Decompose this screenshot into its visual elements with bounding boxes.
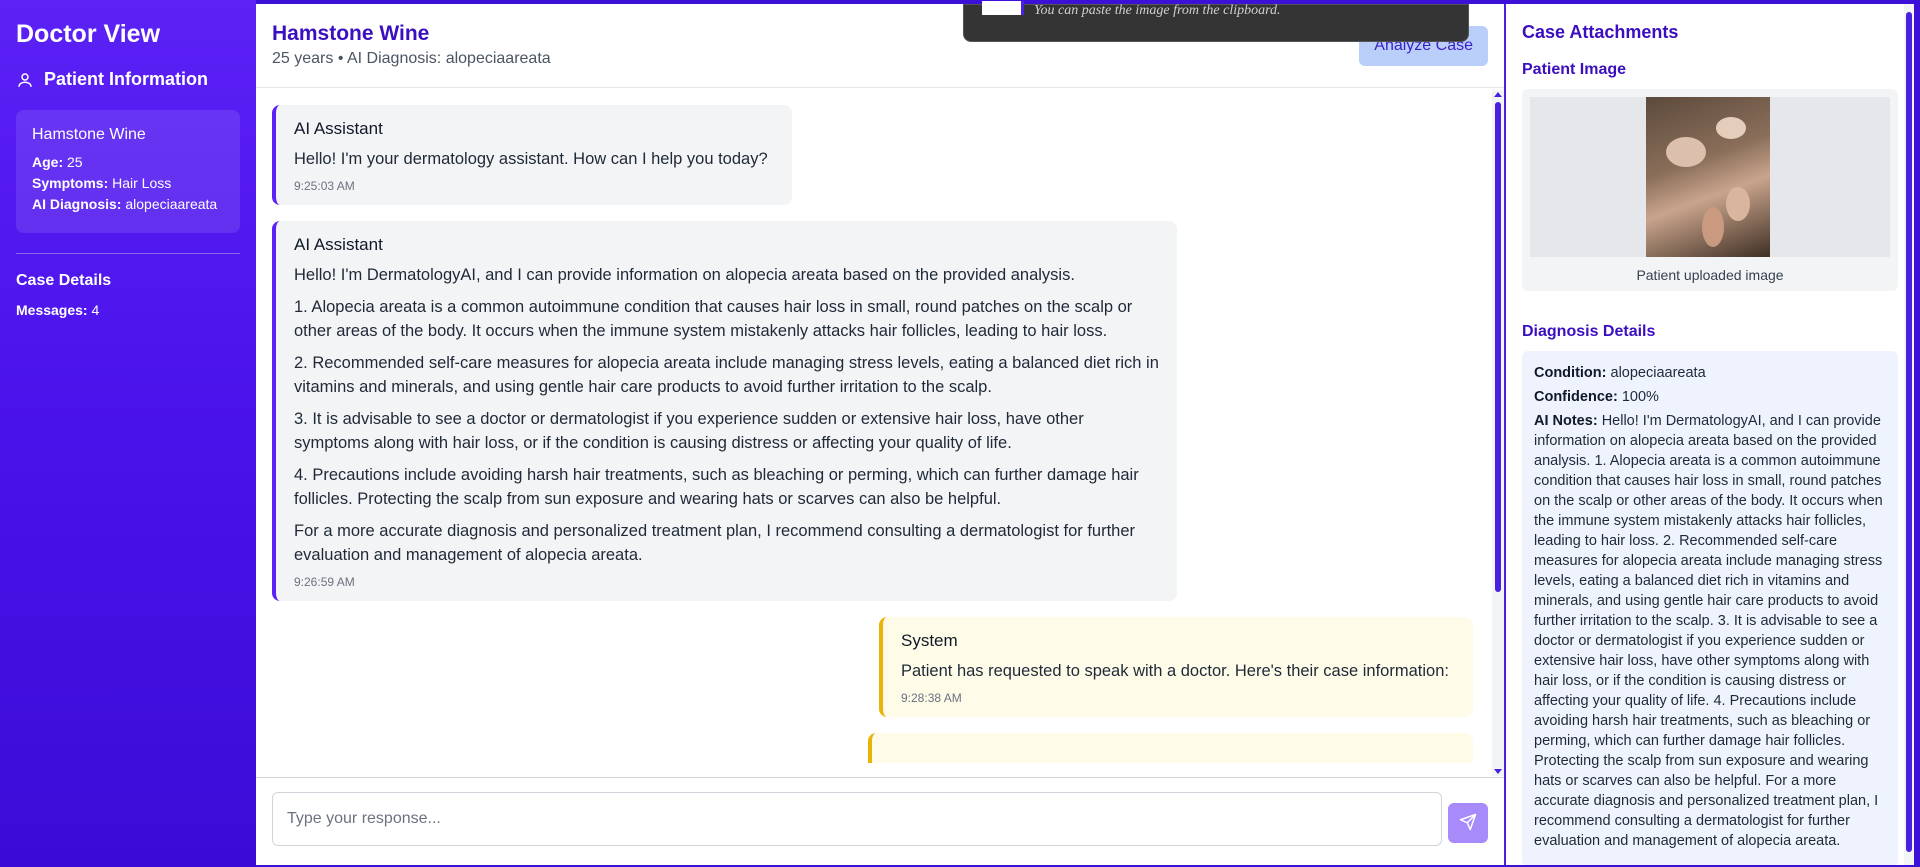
diagnosis-details-card: Condition: alopeciaareata Confidence: 10…	[1522, 351, 1898, 865]
toast-text: You can paste the image from the clipboa…	[1034, 3, 1281, 18]
message-time: 9:26:59 AM	[294, 575, 355, 589]
patient-symptoms-row: Symptoms: Hair Loss	[32, 175, 172, 191]
composer	[256, 777, 1504, 865]
message-paragraph: 4. Precautions include avoiding harsh ha…	[294, 466, 1139, 508]
patient-information-heading: Patient Information	[16, 69, 240, 90]
send-icon	[1459, 813, 1477, 830]
ai-notes-value: Hello! I'm DermatologyAI, and I can prov…	[1534, 413, 1883, 849]
message-system-partial	[868, 733, 1473, 763]
patient-diagnosis: alopeciaareata	[125, 196, 218, 212]
message-body: Hello! I'm DermatologyAI, and I can prov…	[294, 263, 1161, 567]
message-list[interactable]: AI Assistant Hello! I'm your dermatology…	[256, 89, 1504, 777]
message-system: System Patient has requested to speak wi…	[879, 617, 1473, 717]
message-time: 9:28:38 AM	[901, 691, 962, 705]
message-paragraph: 3. It is advisable to see a doctor or de…	[294, 410, 1084, 452]
scroll-up-arrow-icon[interactable]	[1494, 92, 1502, 97]
sidebar-title: Doctor View	[16, 20, 161, 48]
message-body: Hello! I'm your dermatology assistant. H…	[294, 147, 776, 171]
message-body: Patient has requested to speak with a do…	[901, 659, 1457, 683]
patient-card[interactable]: Hamstone Wine Age: 25 Symptoms: Hair Los…	[16, 110, 240, 233]
message-ai: AI Assistant Hello! I'm DermatologyAI, a…	[272, 221, 1177, 601]
message-paragraph: 2. Recommended self-care measures for al…	[294, 354, 1159, 396]
diagnosis-details-heading: Diagnosis Details	[1522, 323, 1656, 340]
patient-image-heading: Patient Image	[1522, 61, 1627, 78]
panel-scrollbar[interactable]	[1904, 4, 1914, 865]
patient-age: 25	[67, 154, 83, 170]
panel-scroll-thumb[interactable]	[1906, 12, 1912, 852]
sidebar: Doctor View Patient Information Hamstone…	[0, 0, 256, 867]
chat-scroll-thumb[interactable]	[1495, 102, 1501, 592]
user-icon	[18, 72, 32, 87]
patient-information-label: Patient Information	[44, 69, 209, 89]
patient-age-row: Age: 25	[32, 154, 83, 170]
message-sender: AI Assistant	[294, 119, 383, 138]
message-paragraph: 1. Alopecia areata is a common autoimmun…	[294, 298, 1133, 340]
confidence-row: Confidence: 100%	[1534, 389, 1659, 405]
condition-value: alopeciaareata	[1610, 365, 1706, 381]
message-ai: AI Assistant Hello! I'm your dermatology…	[272, 105, 792, 205]
patient-photo[interactable]	[1646, 97, 1770, 257]
toast-thumbnail	[982, 1, 1024, 15]
patient-image-caption: Patient uploaded image	[1636, 267, 1784, 283]
case-details-heading: Case Details	[16, 272, 112, 289]
patient-diagnosis-row: AI Diagnosis: alopeciaareata	[32, 196, 218, 212]
patient-name: Hamstone Wine	[32, 126, 146, 143]
message-time: 9:25:03 AM	[294, 179, 355, 193]
patient-image-card: Patient uploaded image	[1522, 89, 1898, 291]
message-paragraph: Patient has requested to speak with a do…	[901, 662, 1449, 680]
sidebar-divider	[16, 253, 240, 254]
case-attachments-title: Case Attachments	[1522, 22, 1679, 42]
patient-symptoms: Hair Loss	[112, 175, 172, 191]
chat-main: Hamstone Wine 25 years • AI Diagnosis: a…	[256, 1, 1504, 865]
chat-scrollbar[interactable]	[1492, 90, 1504, 776]
case-attachments-panel: Case Attachments Patient Image Patient u…	[1504, 4, 1914, 865]
message-sender: System	[901, 631, 958, 650]
confidence-value: 100%	[1621, 389, 1659, 405]
message-paragraph: For a more accurate diagnosis and person…	[294, 522, 1136, 564]
message-paragraph: Hello! I'm DermatologyAI, and I can prov…	[294, 266, 1075, 284]
messages-count-row: Messages: 4	[16, 302, 100, 318]
ai-notes-row: AI Notes: Hello! I'm DermatologyAI, and …	[1534, 413, 1883, 849]
scroll-down-arrow-icon[interactable]	[1494, 769, 1502, 774]
clipboard-toast: You can paste the image from the clipboa…	[963, 1, 1469, 42]
condition-row: Condition: alopeciaareata	[1534, 365, 1706, 381]
send-button[interactable]	[1448, 803, 1488, 843]
message-sender: AI Assistant	[294, 235, 383, 254]
patient-image-area	[1530, 97, 1890, 257]
messages-count: 4	[91, 302, 100, 318]
header-subtitle: 25 years • AI Diagnosis: alopeciaareata	[272, 50, 551, 67]
response-input[interactable]	[272, 792, 1442, 846]
message-paragraph: Hello! I'm your dermatology assistant. H…	[294, 150, 768, 168]
